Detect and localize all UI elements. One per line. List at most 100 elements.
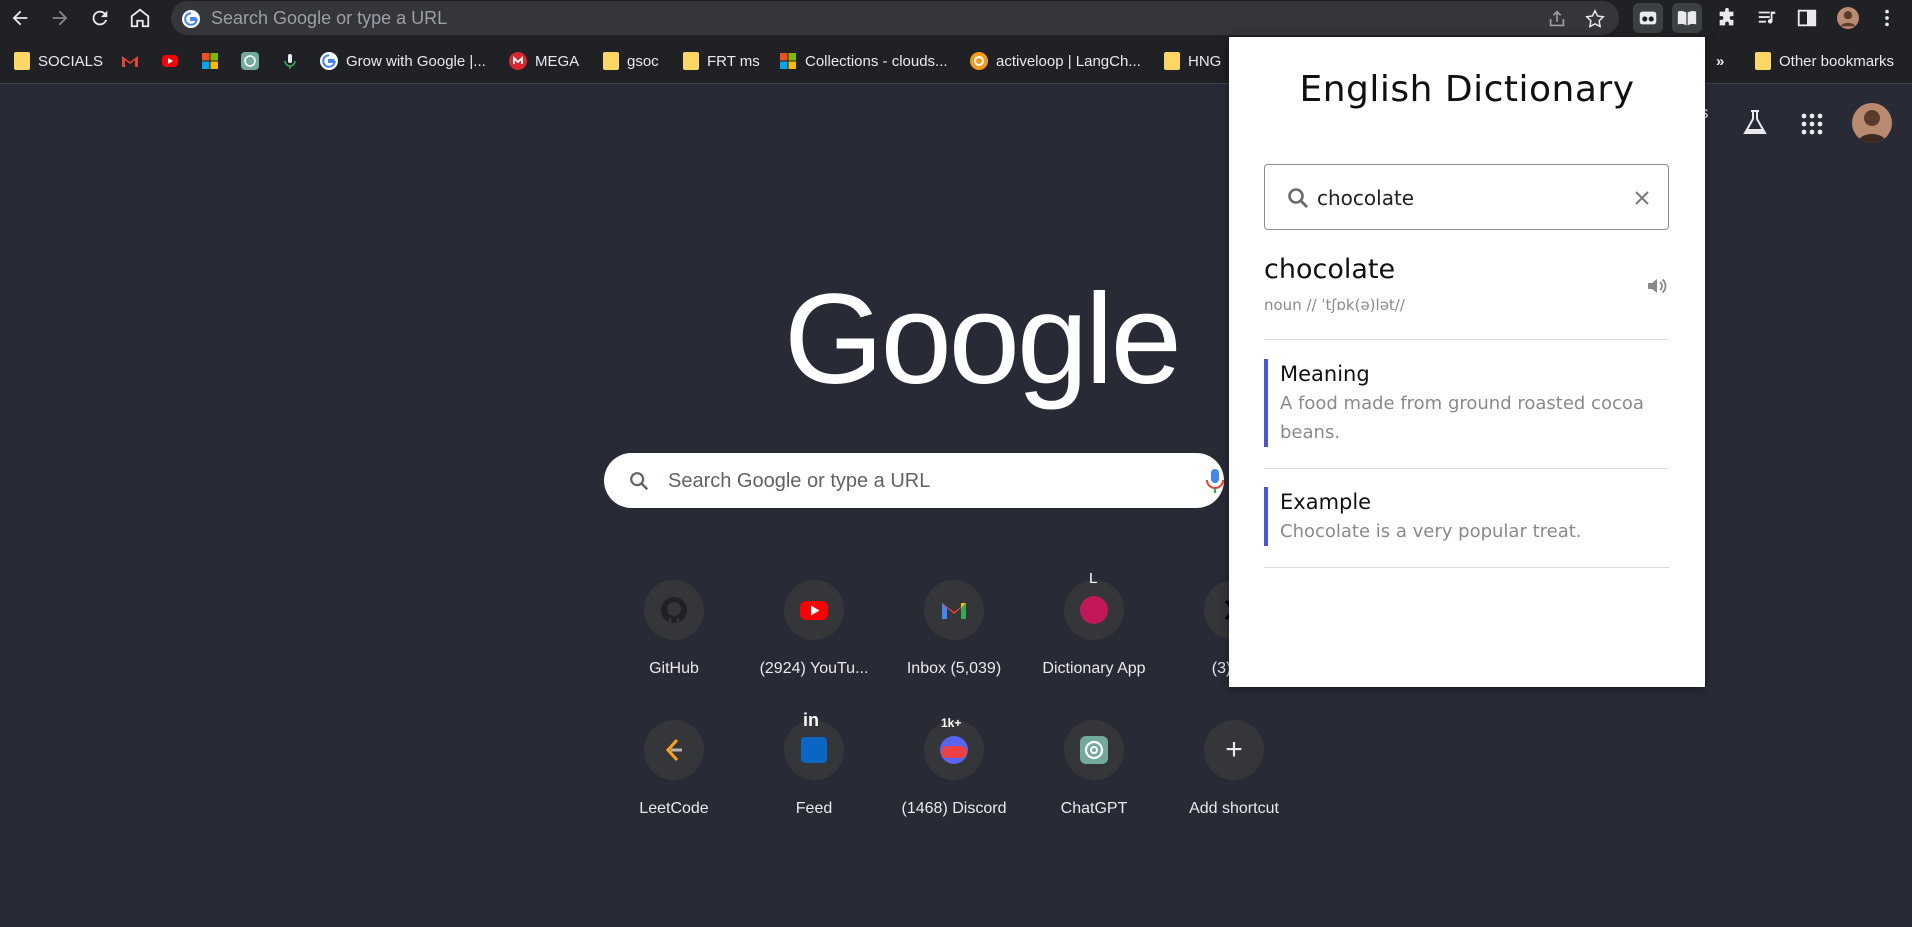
shortcut-gmail[interactable]: Inbox (5,039) <box>889 567 1019 697</box>
bookmark-grow-with-google[interactable]: Grow with Google |... <box>320 50 486 72</box>
bookmarks-overflow-button[interactable]: » <box>1716 50 1724 72</box>
word-search-box[interactable] <box>1264 164 1669 230</box>
shortcut-label: Dictionary App <box>1042 660 1146 677</box>
bookmark-podcast[interactable] <box>281 50 299 72</box>
side-panel-button[interactable] <box>1792 3 1822 33</box>
folder-icon <box>683 52 699 70</box>
bookmark-label: activeloop | LangCh... <box>996 52 1141 70</box>
search-icon <box>1288 188 1308 208</box>
shortcut-label: GitHub <box>649 660 699 677</box>
bookmark-label: Collections - clouds... <box>805 52 948 70</box>
microsoft-icon <box>780 53 796 69</box>
ntp-search-input[interactable] <box>668 467 1188 495</box>
bookmark-mega[interactable]: MEGA <box>509 50 579 72</box>
labs-flask-icon[interactable] <box>1740 108 1770 138</box>
bookmark-label: Other bookmarks <box>1779 52 1895 70</box>
extension-dictionary-button[interactable] <box>1672 3 1702 33</box>
youtube-icon <box>162 55 178 67</box>
bookmark-hng[interactable]: HNG <box>1164 50 1221 72</box>
bookmark-collections[interactable]: Collections - clouds... <box>779 50 948 72</box>
dictionary-app-letter: L <box>1089 570 1098 587</box>
speaker-icon[interactable] <box>1645 274 1669 298</box>
chatgpt-icon <box>241 52 259 70</box>
extension-readmode-button[interactable] <box>1633 3 1663 33</box>
folder-icon <box>1755 52 1771 70</box>
bookmark-gsoc[interactable]: gsoc <box>603 50 659 72</box>
shortcut-youtube[interactable]: (2924) YouTu... <box>749 567 879 697</box>
bookmark-gmail[interactable] <box>121 50 139 72</box>
folder-icon <box>14 52 30 70</box>
bookmark-other-bookmarks[interactable]: Other bookmarks <box>1755 50 1894 72</box>
forward-arrow-icon <box>52 10 68 26</box>
bookmark-label: SOCIALS <box>38 52 104 70</box>
bookmark-chatgpt[interactable] <box>241 50 259 72</box>
discord-badge: 1k+ <box>941 716 962 730</box>
shortcut-chatgpt[interactable]: ChatGPT <box>1029 707 1159 837</box>
result-word: chocolate <box>1264 254 1396 285</box>
bookmark-activeloop[interactable]: activeloop | LangCh... <box>970 50 1141 72</box>
add-shortcut-button[interactable]: + Add shortcut <box>1169 707 1299 837</box>
leetcode-icon <box>665 738 682 762</box>
dictionary-app-icon <box>1080 596 1108 624</box>
share-icon[interactable] <box>1546 8 1568 30</box>
back-arrow-icon <box>12 10 28 26</box>
linkedin-icon <box>801 737 827 763</box>
profile-button[interactable] <box>1833 3 1863 33</box>
meaning-heading: Meaning <box>1280 362 1370 386</box>
ntp-search-box[interactable] <box>604 453 1224 508</box>
bookmark-microsoft[interactable] <box>201 50 219 72</box>
word-search-input[interactable] <box>1317 183 1617 213</box>
bookmark-youtube[interactable] <box>161 50 179 72</box>
search-icon <box>630 472 649 491</box>
meaning-text: A food made from ground roasted cocoa be… <box>1280 393 1644 443</box>
avatar-icon <box>1857 110 1887 143</box>
shortcut-label: Inbox (5,039) <box>906 660 1002 677</box>
media-controls-button[interactable] <box>1752 3 1782 33</box>
divider <box>1264 468 1669 469</box>
overflow-chevron-icon: » <box>1716 52 1725 70</box>
extensions-button[interactable] <box>1712 3 1742 33</box>
account-avatar[interactable] <box>1852 103 1892 143</box>
google-apps-grid-icon[interactable] <box>1800 112 1824 136</box>
mega-icon <box>509 52 527 70</box>
forward-button[interactable] <box>40 0 80 36</box>
bookmark-label: Grow with Google |... <box>346 52 486 70</box>
bookmark-label: HNG <box>1188 52 1222 70</box>
shortcut-icon-circle <box>924 580 984 640</box>
shortcut-label: Add shortcut <box>1189 800 1279 817</box>
close-icon[interactable] <box>1633 189 1651 207</box>
popup-title: English Dictionary <box>1299 69 1635 110</box>
shortcut-icon-circle <box>1064 720 1124 780</box>
address-bar[interactable] <box>171 1 1619 35</box>
playlist-icon <box>1758 11 1776 24</box>
folder-icon <box>1164 52 1180 70</box>
microsoft-icon <box>202 53 218 69</box>
book-icon <box>1677 10 1697 26</box>
example-section: Example Chocolate is a very popular trea… <box>1264 487 1669 546</box>
star-icon[interactable] <box>1584 8 1606 30</box>
activeloop-icon <box>970 52 988 70</box>
shortcut-label: (2924) YouTu... <box>759 660 869 677</box>
avatar-icon <box>1837 7 1859 29</box>
microphone-icon[interactable] <box>1204 467 1226 495</box>
reload-button[interactable] <box>80 0 120 36</box>
shortcut-github[interactable]: GitHub <box>609 567 739 697</box>
meaning-section: Meaning A food made from ground roasted … <box>1264 359 1669 447</box>
example-text: Chocolate is a very popular treat. <box>1280 521 1582 542</box>
back-button[interactable] <box>0 0 40 36</box>
podcast-icon <box>284 54 296 69</box>
gmail-icon <box>942 603 966 619</box>
address-input[interactable] <box>211 5 1491 31</box>
discord-icon <box>940 736 968 764</box>
shortcut-leetcode[interactable]: LeetCode <box>609 707 739 837</box>
browser-toolbar <box>0 0 1912 36</box>
bookmark-frt-ms[interactable]: FRT ms <box>683 50 760 72</box>
glasses-icon <box>1639 11 1657 25</box>
bookmark-socials[interactable]: SOCIALS <box>14 50 103 72</box>
home-button[interactable] <box>120 0 160 36</box>
menu-button[interactable] <box>1872 3 1902 33</box>
example-heading: Example <box>1280 490 1372 514</box>
shortcut-label: (1468) Discord <box>901 800 1007 817</box>
folder-icon <box>603 52 619 70</box>
github-icon <box>661 597 687 623</box>
